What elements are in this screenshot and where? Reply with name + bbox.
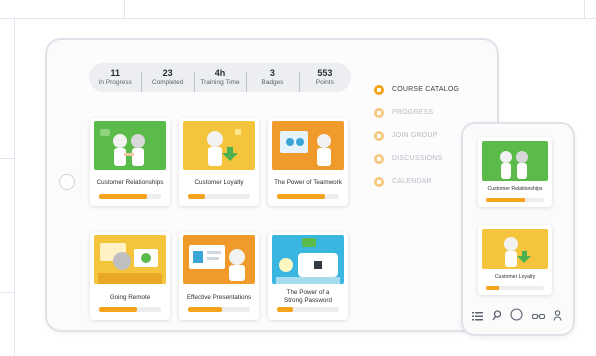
course-card-going-remote[interactable]: Going Remote bbox=[90, 232, 170, 320]
course-card-power-of-strong-password[interactable]: The Power of a Strong Password bbox=[268, 232, 348, 320]
course-thumbnail bbox=[183, 235, 255, 284]
progress-fill bbox=[486, 286, 499, 290]
calendar-icon bbox=[374, 176, 384, 187]
list-icon[interactable] bbox=[472, 308, 483, 326]
progress-bar bbox=[188, 194, 250, 199]
stat-training-time: 4h Training Time bbox=[193, 67, 246, 92]
course-thumbnail bbox=[94, 235, 166, 284]
stat-value: 553 bbox=[317, 67, 333, 78]
progress-fill bbox=[486, 198, 526, 202]
course-title: Going Remote bbox=[109, 294, 151, 301]
course-thumbnail bbox=[272, 235, 344, 284]
stat-value: 23 bbox=[162, 67, 173, 78]
progress-fill bbox=[99, 194, 148, 199]
course-card-customer-relationships[interactable]: Customer Relationships bbox=[90, 118, 170, 206]
stat-label: Training Time bbox=[200, 78, 240, 86]
progress-bar bbox=[277, 194, 339, 199]
side-menu: COURSE CATALOG PROGRESS JOIN GROUP DISCU… bbox=[374, 78, 459, 193]
stat-value: 3 bbox=[269, 67, 275, 78]
progress-fill bbox=[277, 307, 293, 312]
stat-points: 553 Points bbox=[298, 67, 351, 92]
course-thumbnail bbox=[183, 121, 255, 170]
background-line bbox=[14, 18, 15, 356]
stat-label: In Progress bbox=[98, 78, 132, 86]
phone-course-card-customer-relationships[interactable]: Customer Relationships bbox=[478, 137, 552, 207]
background-line bbox=[0, 18, 596, 19]
menu-item-progress[interactable]: PROGRESS bbox=[374, 101, 459, 124]
menu-item-label: COURSE CATALOG bbox=[392, 86, 460, 93]
stat-completed: 23 Completed bbox=[141, 67, 193, 92]
progress-fill bbox=[188, 307, 223, 312]
menu-item-label: CALENDAR bbox=[392, 178, 432, 185]
user-icon[interactable] bbox=[553, 308, 562, 326]
course-title: Customer Loyalty bbox=[494, 274, 536, 280]
menu-item-label: DISCUSSIONS bbox=[392, 155, 443, 162]
search-icon[interactable] bbox=[491, 308, 502, 326]
course-card-effective-presentations[interactable]: Effective Presentations bbox=[179, 232, 259, 320]
course-thumbnail bbox=[482, 141, 548, 181]
stat-label: Completed bbox=[151, 78, 184, 86]
course-title: The Power of a Strong Password bbox=[284, 289, 332, 304]
phone-bottom-nav bbox=[472, 308, 562, 326]
stats-bar: 11 In Progress 23 Completed 4h Training … bbox=[89, 63, 351, 92]
menu-item-course-catalog[interactable]: COURSE CATALOG bbox=[374, 78, 459, 101]
background-line bbox=[0, 292, 14, 293]
course-title: Customer Relationships bbox=[96, 179, 164, 186]
progress-fill bbox=[99, 307, 138, 312]
progress-bar bbox=[486, 286, 544, 290]
progress-bar bbox=[486, 198, 544, 202]
menu-item-label: PROGRESS bbox=[392, 109, 434, 116]
tablet-home-button[interactable] bbox=[59, 174, 75, 190]
course-title: Effective Presentations bbox=[186, 294, 252, 301]
group-icon bbox=[374, 130, 384, 141]
stat-label: Points bbox=[315, 78, 334, 86]
stat-value: 11 bbox=[110, 67, 120, 78]
course-title: Customer Loyalty bbox=[194, 179, 244, 186]
progress-fill bbox=[188, 194, 206, 199]
stat-in-progress: 11 In Progress bbox=[89, 67, 141, 87]
stat-label: Badges bbox=[261, 78, 284, 86]
menu-item-label: JOIN GROUP bbox=[392, 132, 438, 139]
progress-icon bbox=[374, 107, 384, 118]
course-thumbnail bbox=[94, 121, 166, 170]
background-line bbox=[0, 158, 14, 159]
menu-item-discussions[interactable]: DISCUSSIONS bbox=[374, 147, 459, 170]
progress-bar bbox=[99, 307, 161, 312]
course-title: The Power of Teamwork bbox=[274, 179, 342, 186]
course-thumbnail bbox=[482, 229, 548, 269]
course-card-customer-loyalty[interactable]: Customer Loyalty bbox=[179, 118, 259, 206]
menu-item-calendar[interactable]: CALENDAR bbox=[374, 170, 459, 193]
home-icon[interactable] bbox=[510, 308, 523, 326]
phone-course-card-customer-loyalty[interactable]: Customer Loyalty bbox=[478, 225, 552, 295]
discussion-icon bbox=[374, 153, 384, 164]
menu-item-join-group[interactable]: JOIN GROUP bbox=[374, 124, 459, 147]
course-thumbnail bbox=[272, 121, 344, 170]
stat-badges: 3 Badges bbox=[246, 67, 298, 92]
catalog-icon bbox=[374, 84, 384, 95]
progress-bar bbox=[188, 307, 250, 312]
progress-fill bbox=[277, 194, 326, 199]
glasses-icon[interactable] bbox=[531, 308, 545, 326]
stat-value: 4h bbox=[214, 67, 226, 78]
background-line bbox=[584, 0, 585, 18]
background-line bbox=[124, 0, 125, 18]
course-title: Customer Relationships bbox=[487, 186, 543, 192]
progress-bar bbox=[99, 194, 161, 199]
progress-bar bbox=[277, 307, 339, 312]
course-card-power-of-teamwork[interactable]: The Power of Teamwork bbox=[268, 118, 348, 206]
